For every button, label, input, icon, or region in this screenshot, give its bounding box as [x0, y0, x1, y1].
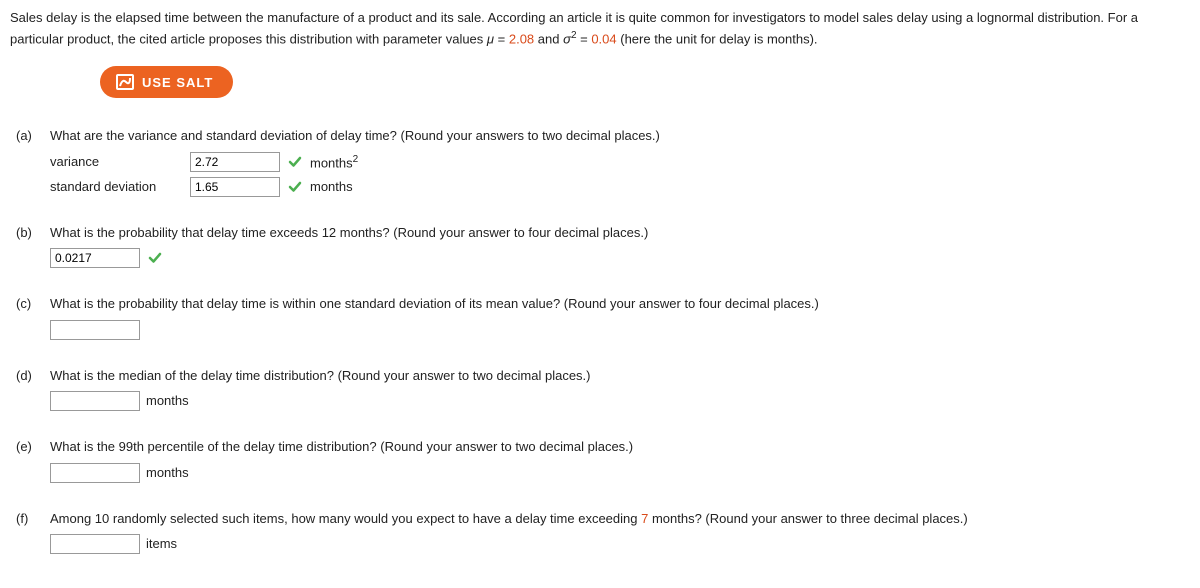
salt-icon	[116, 74, 134, 90]
question-c-text: What is the probability that delay time …	[50, 294, 1190, 314]
question-e-label: (e)	[10, 437, 50, 487]
question-f-text: Among 10 randomly selected such items, h…	[50, 509, 1190, 529]
question-d-label: (d)	[10, 366, 50, 416]
question-f: (f) Among 10 randomly selected such item…	[10, 509, 1190, 559]
sigma-symbol: σ	[563, 31, 571, 46]
question-a-text: What are the variance and standard devia…	[50, 126, 1190, 146]
mu-symbol: μ	[487, 31, 494, 46]
e-input[interactable]	[50, 463, 140, 483]
check-icon	[288, 155, 302, 169]
question-a: (a) What are the variance and standard d…	[10, 126, 1190, 200]
question-f-label: (f)	[10, 509, 50, 559]
d-unit: months	[146, 391, 189, 411]
question-b-text: What is the probability that delay time …	[50, 223, 1190, 243]
question-c-label: (c)	[10, 294, 50, 344]
question-e: (e) What is the 99th percentile of the d…	[10, 437, 1190, 487]
f-input[interactable]	[50, 534, 140, 554]
sd-input[interactable]	[190, 177, 280, 197]
b-input[interactable]	[50, 248, 140, 268]
d-input[interactable]	[50, 391, 140, 411]
question-b: (b) What is the probability that delay t…	[10, 223, 1190, 273]
sd-unit: months	[310, 177, 353, 197]
question-e-text: What is the 99th percentile of the delay…	[50, 437, 1190, 457]
question-b-label: (b)	[10, 223, 50, 273]
sigma-value: 0.04	[591, 31, 616, 46]
variance-label: variance	[50, 152, 190, 172]
problem-intro: Sales delay is the elapsed time between …	[10, 8, 1190, 48]
question-d-text: What is the median of the delay time dis…	[50, 366, 1190, 386]
use-salt-label: USE SALT	[142, 75, 213, 90]
question-c: (c) What is the probability that delay t…	[10, 294, 1190, 344]
variance-input[interactable]	[190, 152, 280, 172]
use-salt-button[interactable]: USE SALT	[100, 66, 233, 98]
check-icon	[148, 251, 162, 265]
question-d: (d) What is the median of the delay time…	[10, 366, 1190, 416]
sd-label: standard deviation	[50, 177, 190, 197]
mu-value: 2.08	[509, 31, 534, 46]
intro-text-2: (here the unit for delay is months).	[617, 31, 818, 46]
question-a-label: (a)	[10, 126, 50, 200]
e-unit: months	[146, 463, 189, 483]
c-input[interactable]	[50, 320, 140, 340]
check-icon	[288, 180, 302, 194]
f-unit: items	[146, 534, 177, 554]
